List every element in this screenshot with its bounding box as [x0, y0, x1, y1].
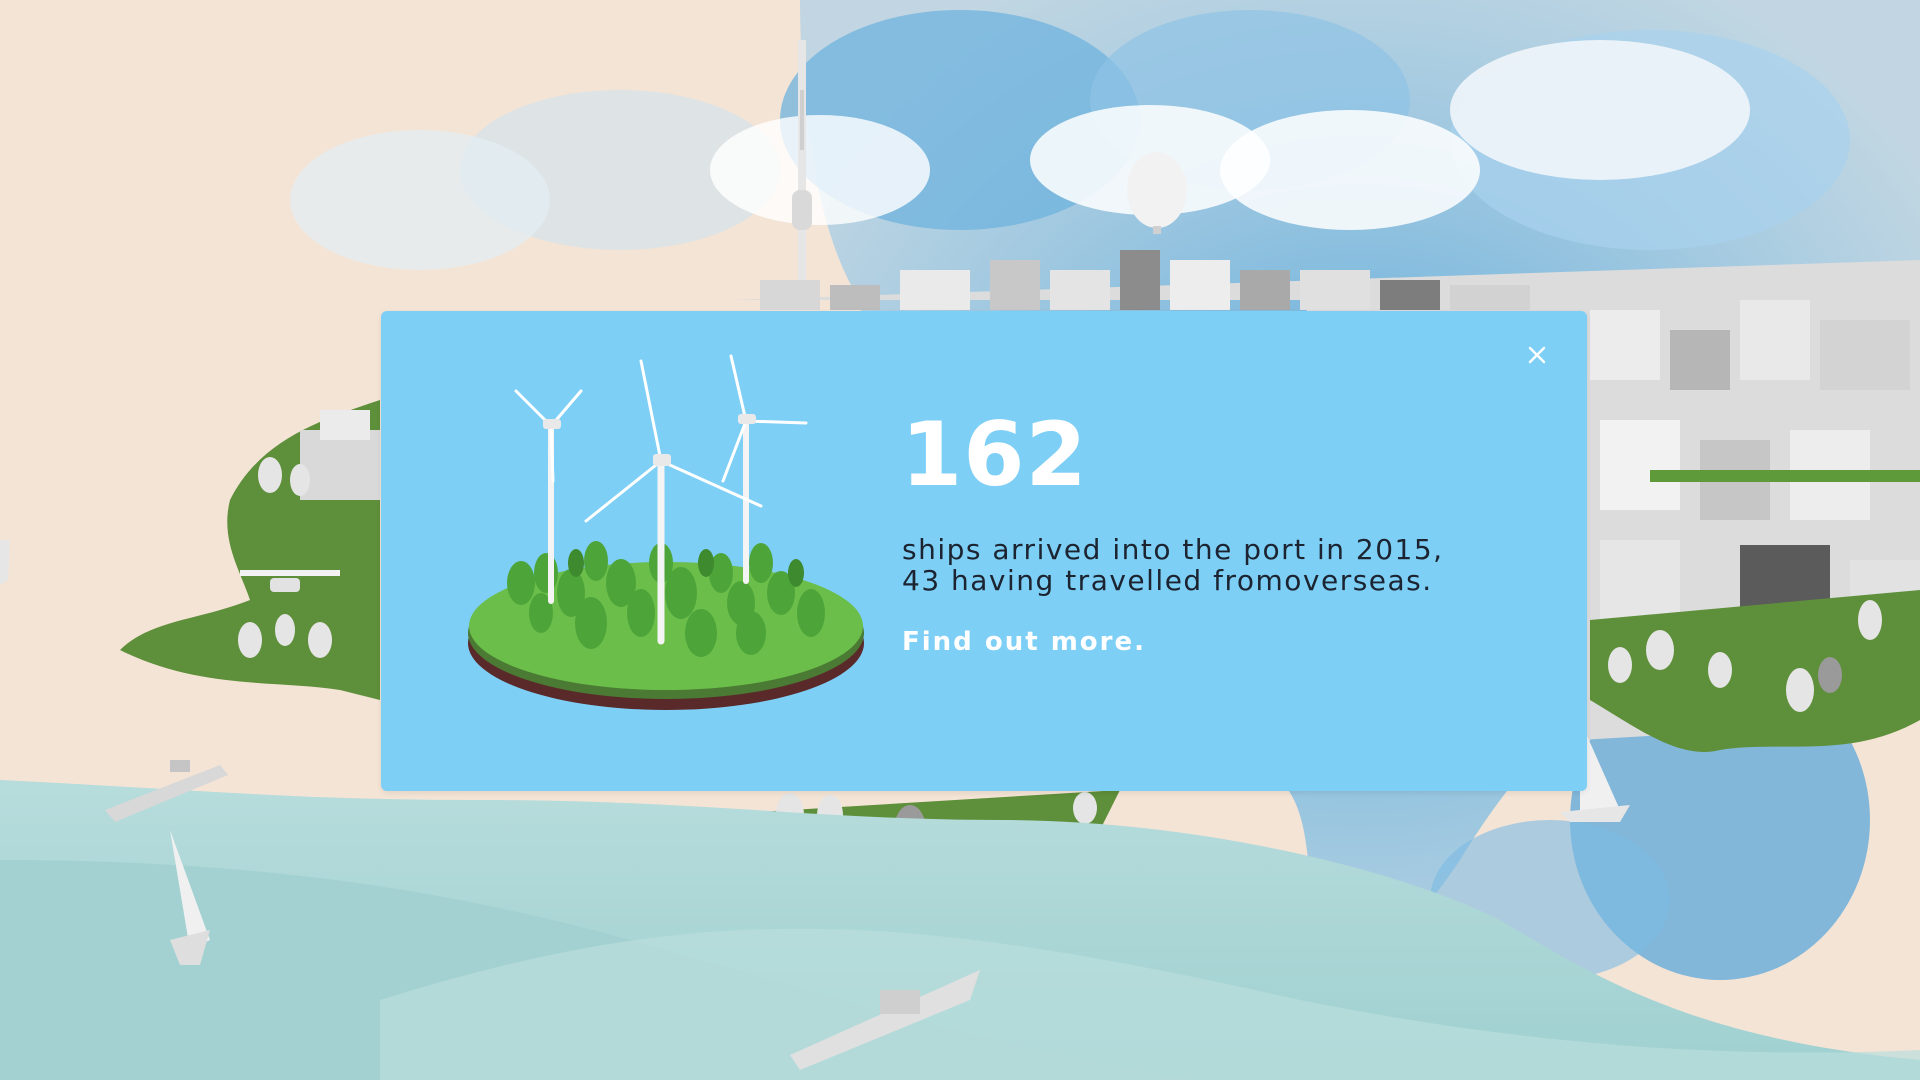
stat-number: 162: [901, 403, 1088, 506]
stat-description-line-2: 43 having travelled fromoverseas.: [902, 564, 1433, 597]
stat-description-line-1: ships arrived into the port in 2015,: [902, 533, 1444, 566]
close-button[interactable]: [1519, 337, 1555, 373]
find-out-more-link[interactable]: Find out more.: [902, 629, 1146, 655]
wind-turbine-island-illustration: [461, 351, 881, 721]
info-modal: 162 ships arrived into the port in 2015,…: [381, 311, 1587, 791]
close-icon: [1528, 346, 1546, 364]
